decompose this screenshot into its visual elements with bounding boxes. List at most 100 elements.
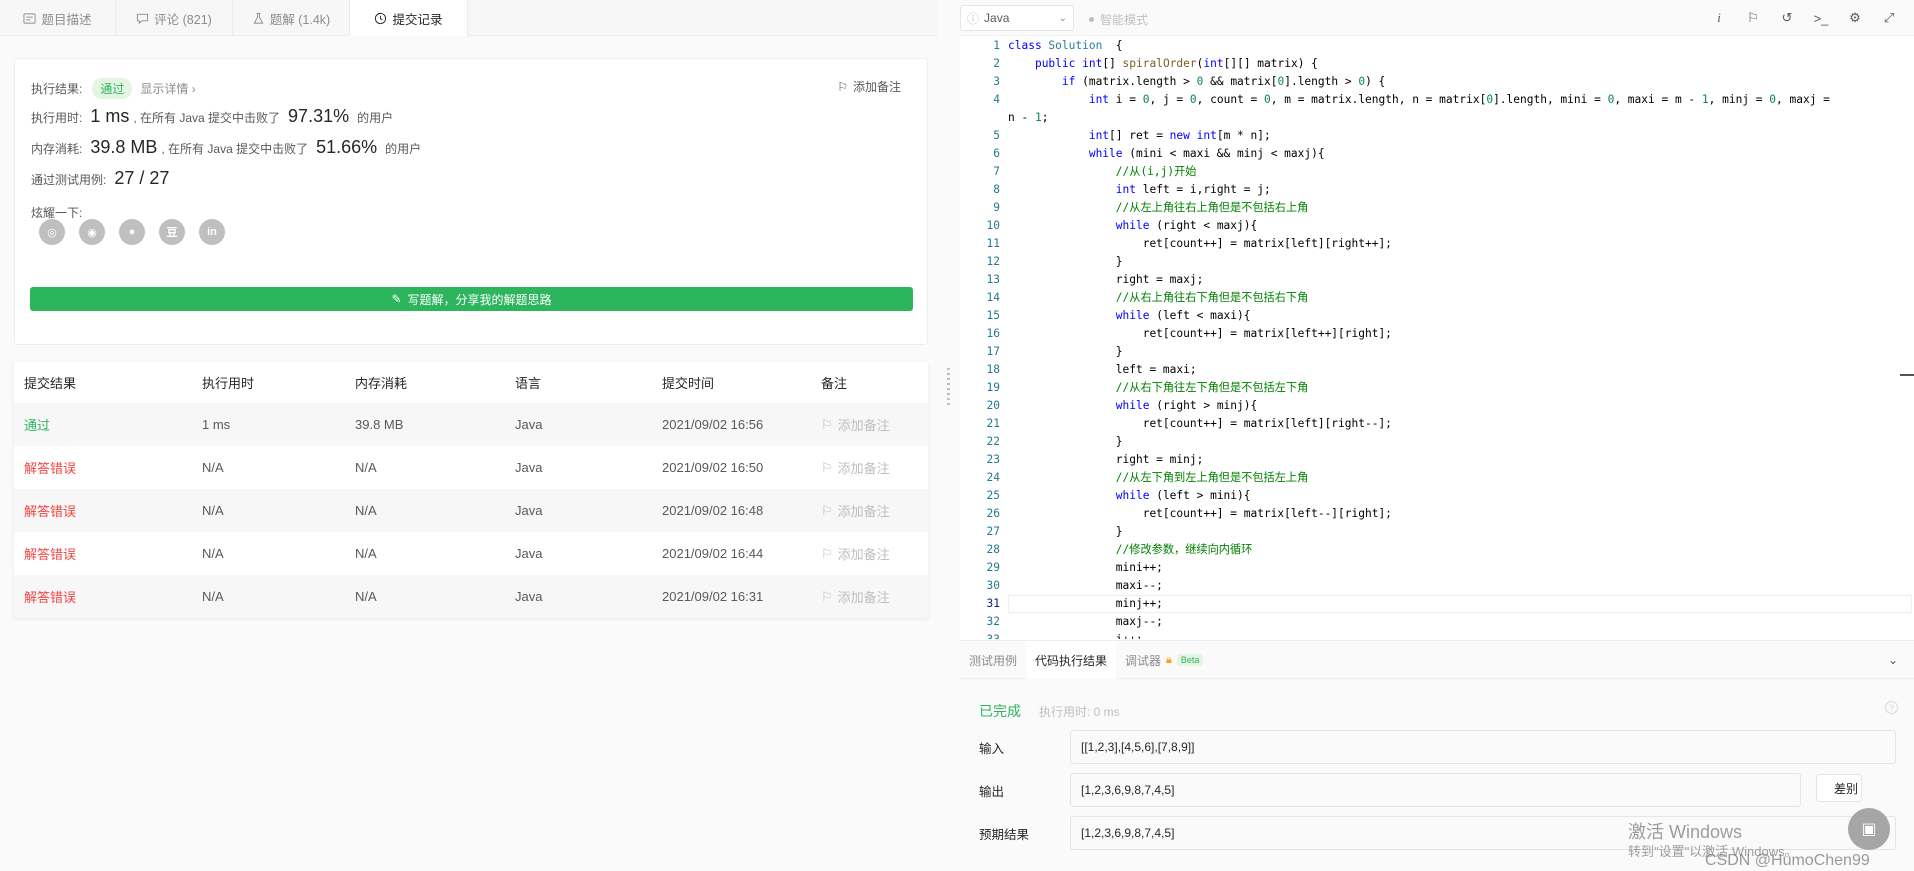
code-line[interactable]: class Solution { bbox=[1008, 37, 1908, 55]
code-line[interactable]: mini++; bbox=[1008, 559, 1908, 577]
tab-run-result[interactable]: 代码执行结果 bbox=[1026, 641, 1117, 679]
reset-icon[interactable]: ↺ bbox=[1778, 9, 1796, 27]
line-number: 28 bbox=[986, 543, 1000, 556]
code-line[interactable]: //从右上角往右下角但是不包括右下角 bbox=[1008, 289, 1908, 307]
line-number: 23 bbox=[986, 453, 1000, 466]
cell-status[interactable]: 解答错误 bbox=[14, 458, 202, 477]
show-detail-link[interactable]: 显示详情 › bbox=[140, 80, 195, 97]
line-number: 13 bbox=[986, 273, 1000, 286]
linkedin-icon[interactable]: in bbox=[199, 219, 225, 245]
code-line[interactable]: i++; bbox=[1008, 631, 1908, 639]
tab-debugger-label: 调试器 bbox=[1125, 653, 1162, 668]
table-row[interactable]: 解答错误 N/A N/A Java 2021/09/02 16:44 ⚐ 添加备注 bbox=[14, 532, 928, 575]
table-row[interactable]: 解答错误 N/A N/A Java 2021/09/02 16:31 ⚐ 添加备注 bbox=[14, 575, 928, 618]
tab-solutions[interactable]: 题解 (1.4k) bbox=[233, 0, 350, 36]
code-line[interactable]: ret[count++] = matrix[left++][right]; bbox=[1008, 325, 1908, 343]
diff-button[interactable]: 差别 bbox=[1816, 774, 1862, 802]
code-line[interactable]: maxj--; bbox=[1008, 613, 1908, 631]
code-line[interactable]: } bbox=[1008, 253, 1908, 271]
code-token: //修改参数，继续向内循环 bbox=[1115, 543, 1253, 556]
douban-icon[interactable]: 豆 bbox=[159, 219, 185, 245]
code-line[interactable]: //从左下角到左上角但是不包括左上角 bbox=[1008, 469, 1908, 487]
code-line[interactable]: right = minj; bbox=[1008, 451, 1908, 469]
help-icon[interactable]: ? bbox=[1885, 701, 1898, 714]
left-tabbar: 题目描述 评论 (821) 题解 (1.4k) 提交记录 bbox=[0, 0, 938, 36]
code-token: , maxi = m - bbox=[1614, 93, 1702, 106]
weibo-icon[interactable]: ◉ bbox=[79, 219, 105, 245]
cell-status[interactable]: 解答错误 bbox=[14, 544, 202, 563]
tab-description-label: 题目描述 bbox=[41, 12, 92, 27]
add-note-button[interactable]: ⚐ 添加备注 bbox=[837, 78, 901, 95]
code-line[interactable]: ret[count++] = matrix[left--][right]; bbox=[1008, 505, 1908, 523]
code-line[interactable]: ret[count++] = matrix[left][right++]; bbox=[1008, 235, 1908, 253]
code-line[interactable]: int i = 0, j = 0, count = 0, m = matrix.… bbox=[1008, 91, 1908, 109]
memory-suffix: 的用户 bbox=[385, 142, 422, 156]
tab-comments[interactable]: 评论 (821) bbox=[116, 0, 233, 36]
cell-status[interactable]: 解答错误 bbox=[14, 587, 202, 606]
code-editor[interactable]: 1 2 3 4 5 6 7 8 9 10 11 12 13 14 15 16 17 18 19 20 21 22 23 24 2… bbox=[960, 37, 1914, 639]
tab-description[interactable]: 题目描述 bbox=[0, 0, 116, 36]
add-note-button[interactable]: ⚐ 添加备注 bbox=[821, 501, 928, 520]
code-token: //从左上角往右上角但是不包括右上角 bbox=[1115, 201, 1309, 214]
code-line[interactable]: } bbox=[1008, 343, 1908, 361]
code-line[interactable]: maxi--; bbox=[1008, 577, 1908, 595]
code-token: while bbox=[1115, 219, 1150, 232]
cell-status[interactable]: 解答错误 bbox=[14, 501, 202, 520]
code-line[interactable]: int left = i,right = j; bbox=[1008, 181, 1908, 199]
code-line[interactable]: while (right < maxj){ bbox=[1008, 217, 1908, 235]
code-line[interactable]: int[] ret = new int[m * n]; bbox=[1008, 127, 1908, 145]
code-line[interactable]: while (mini < maxi && minj < maxj){ bbox=[1008, 145, 1908, 163]
add-note-label: 添加备注 bbox=[837, 590, 890, 605]
code-line[interactable]: while (left < maxi){ bbox=[1008, 307, 1908, 325]
settings-icon[interactable]: ⚙ bbox=[1846, 9, 1864, 27]
code-line[interactable]: n - 1; bbox=[1008, 109, 1908, 127]
language-select[interactable]: ⓘ Java ⌄ bbox=[960, 5, 1074, 31]
code-token: while bbox=[1115, 309, 1150, 322]
code-line[interactable]: //从(i,j)开始 bbox=[1008, 163, 1908, 181]
add-note-button[interactable]: ⚐ 添加备注 bbox=[821, 587, 928, 606]
code-content[interactable]: class Solution { public int[] spiralOrde… bbox=[1008, 37, 1908, 639]
tab-debugger[interactable]: 调试器 🔒︎ Beta bbox=[1116, 641, 1212, 679]
tab-testcase-label: 测试用例 bbox=[969, 653, 1018, 668]
add-note-button[interactable]: ⚐ 添加备注 bbox=[821, 544, 928, 563]
code-line[interactable]: while (left > mini){ bbox=[1008, 487, 1908, 505]
tab-submissions[interactable]: 提交记录 bbox=[350, 0, 468, 36]
code-line[interactable]: //从左上角往右上角但是不包括右上角 bbox=[1008, 199, 1908, 217]
line-number: 16 bbox=[986, 327, 1000, 340]
header-status: 提交结果 bbox=[24, 376, 77, 391]
smart-mode-toggle[interactable]: 智能模式 bbox=[1089, 11, 1148, 28]
write-solution-button[interactable]: ✎ 写题解，分享我的解题思路 bbox=[30, 287, 913, 311]
code-line[interactable]: //修改参数，继续向内循环 bbox=[1008, 541, 1908, 559]
code-line[interactable]: minj++; bbox=[1008, 595, 1908, 613]
flag-icon[interactable]: ⚐ bbox=[1744, 9, 1762, 27]
code-line[interactable]: while (right > minj){ bbox=[1008, 397, 1908, 415]
code-line[interactable]: left = maxi; bbox=[1008, 361, 1908, 379]
code-line[interactable]: ret[count++] = matrix[left][right--]; bbox=[1008, 415, 1908, 433]
cell-status[interactable]: 通过 bbox=[14, 415, 202, 434]
chevron-down-icon[interactable]: ⌄ bbox=[1888, 653, 1898, 667]
code-line[interactable]: public int[] spiralOrder(int[][] matrix)… bbox=[1008, 55, 1908, 73]
code-line[interactable]: } bbox=[1008, 433, 1908, 451]
add-note-button[interactable]: ⚐ 添加备注 bbox=[821, 415, 928, 434]
tab-testcase[interactable]: 测试用例 bbox=[960, 641, 1026, 679]
add-note-button[interactable]: ⚐ 添加备注 bbox=[821, 458, 928, 477]
info-icon[interactable]: i bbox=[1710, 9, 1728, 27]
input-value[interactable]: [[1,2,3],[4,5,6],[7,8,9]] bbox=[1070, 730, 1896, 764]
code-line[interactable]: //从右下角往左下角但是不包括左下角 bbox=[1008, 379, 1908, 397]
info-circle-icon: ⓘ bbox=[967, 11, 980, 26]
feedback-fab[interactable]: ▣ bbox=[1848, 808, 1890, 850]
fullscreen-icon[interactable]: ⤢ bbox=[1880, 9, 1898, 27]
qq-icon[interactable]: ● bbox=[119, 219, 145, 245]
terminal-icon[interactable]: >_ bbox=[1812, 9, 1830, 27]
wechat-icon[interactable]: ◎ bbox=[39, 219, 65, 245]
table-row[interactable]: 解答错误 N/A N/A Java 2021/09/02 16:50 ⚐ 添加备注 bbox=[14, 446, 928, 489]
lock-icon: 🔒︎ bbox=[1166, 653, 1172, 666]
table-row[interactable]: 解答错误 N/A N/A Java 2021/09/02 16:48 ⚐ 添加备注 bbox=[14, 489, 928, 532]
code-line[interactable]: } bbox=[1008, 523, 1908, 541]
toolbar-icons: i ⚐ ↺ >_ ⚙ ⤢ bbox=[1710, 9, 1898, 27]
code-line[interactable]: if (matrix.length > 0 && matrix[0].lengt… bbox=[1008, 73, 1908, 91]
pane-splitter[interactable] bbox=[938, 0, 960, 871]
code-line[interactable]: right = maxj; bbox=[1008, 271, 1908, 289]
table-row[interactable]: 通过 1 ms 39.8 MB Java 2021/09/02 16:56 ⚐ 添加备注 bbox=[14, 403, 928, 446]
